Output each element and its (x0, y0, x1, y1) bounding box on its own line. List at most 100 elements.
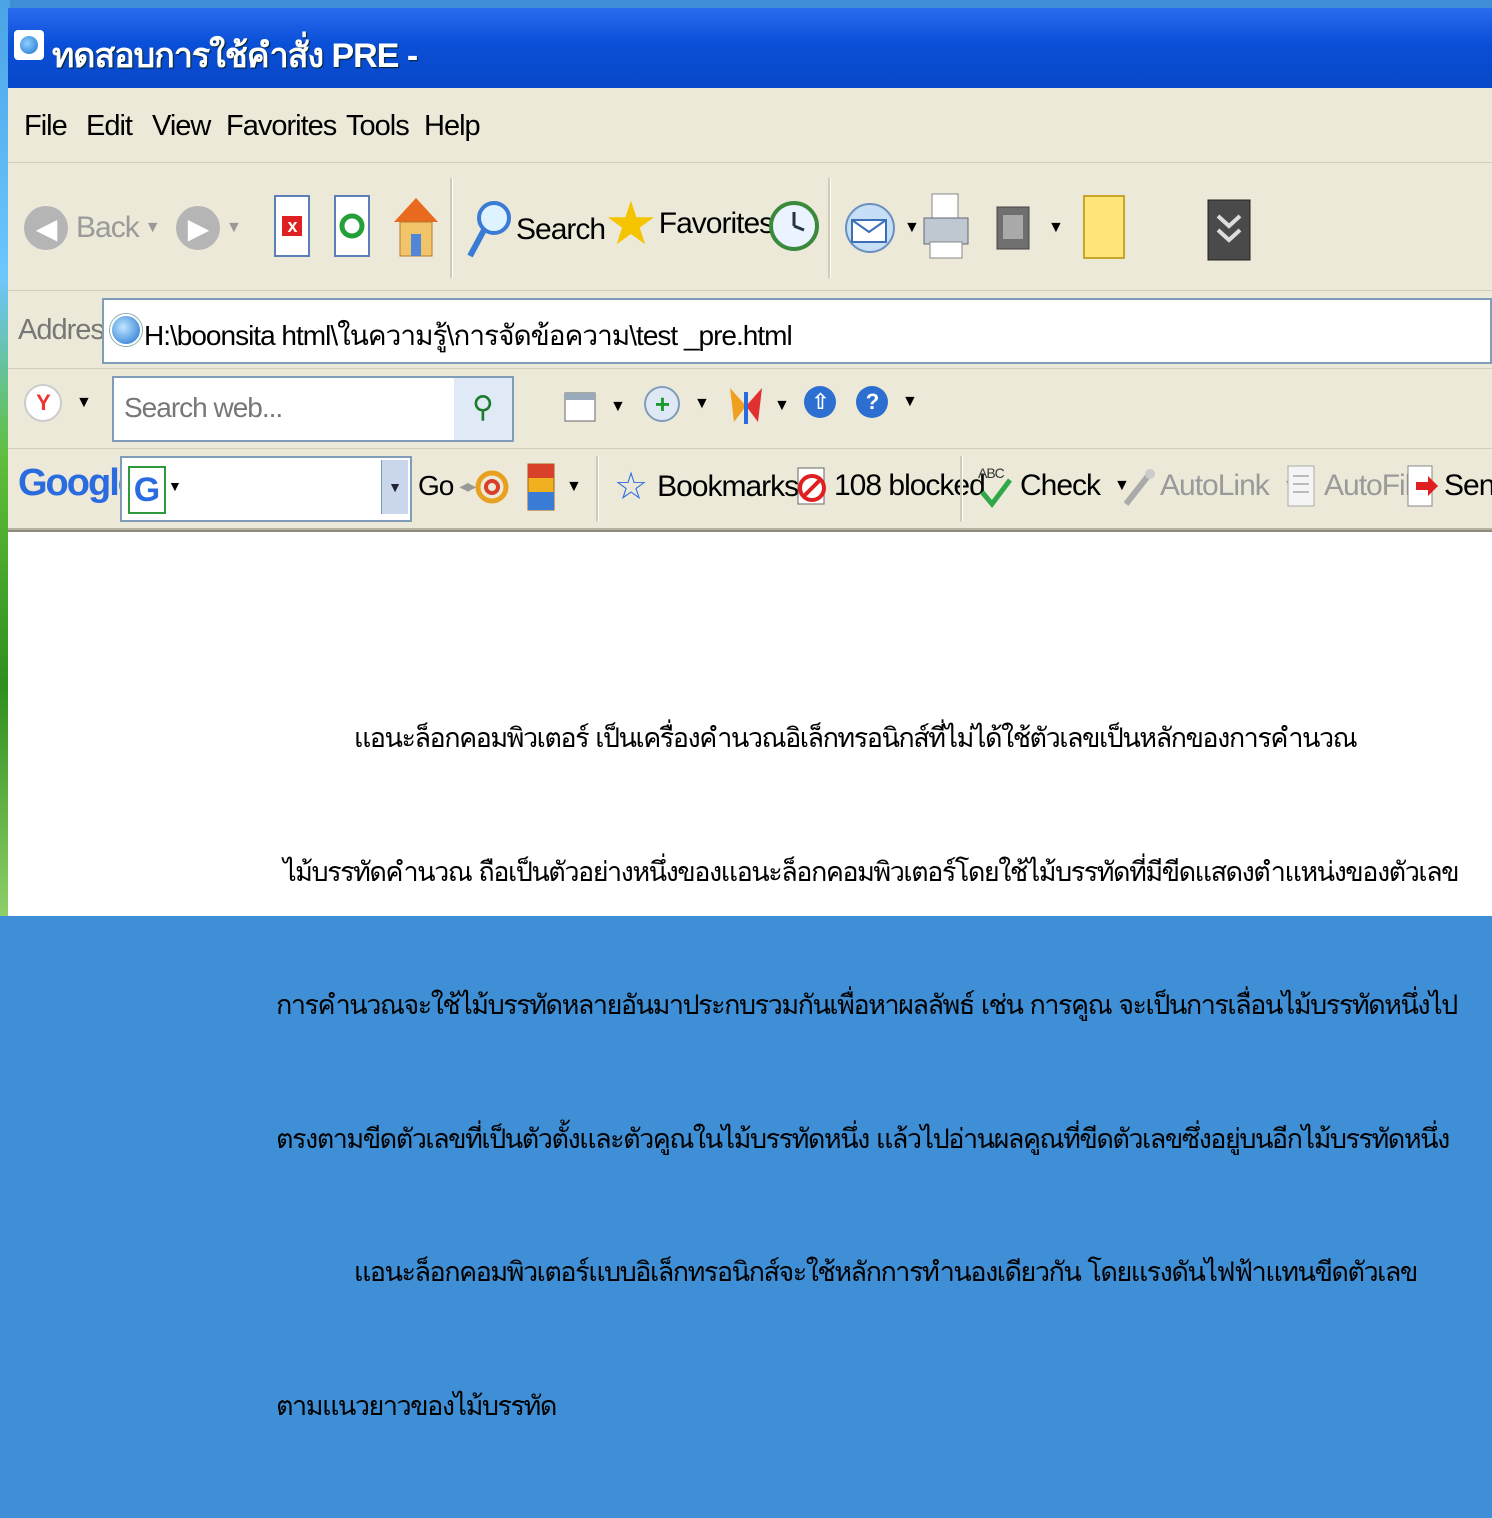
dropdown-arrow-icon[interactable]: ▼ (381, 460, 408, 514)
favorites-button[interactable]: ★ Favorites (604, 190, 774, 257)
yahoo-layout-button[interactable]: ▼ (564, 392, 626, 422)
plus-icon: + (644, 386, 680, 422)
refresh-icon (334, 195, 370, 257)
edit-button[interactable]: ▼ (996, 206, 1064, 250)
title-bar[interactable]: ทดสอบการใช้คำสั่ง PRE - (8, 8, 1492, 88)
yahoo-search-input[interactable]: Search web... (112, 376, 458, 442)
help-icon: ? (856, 386, 888, 418)
menu-bar: File Edit View Favorites Tools Help (8, 90, 1492, 163)
history-icon (769, 201, 819, 251)
text-line: ไม้บรรทัดคำนวณ ถือเป็นตัวอย่างหนึ่งของแอ… (276, 856, 1460, 888)
yahoo-help-button[interactable]: ? ▼ (856, 386, 918, 418)
yahoo-icon: Y (24, 384, 62, 422)
autolink-button[interactable]: AutoLink ▼ (1120, 464, 1299, 508)
yahoo-bookmark-button[interactable]: ⇧ (804, 386, 836, 418)
yahoo-messenger-button[interactable]: ▼ (728, 384, 790, 428)
home-button[interactable] (392, 192, 440, 262)
wand-icon (1123, 469, 1155, 506)
standard-toolbar: ◀ Back ▼ ▶ ▼ x Search ★ Favorites ▼ ▼ (8, 166, 1492, 291)
address-url[interactable]: H:\boonsita html\ในความรู้\การจัดข้อความ… (144, 314, 793, 358)
ie-icon (14, 30, 44, 60)
page-content: แอนะล็อกคอมพิวเตอร์ เป็นเครื่องคำนวณอิเล… (8, 530, 1492, 1422)
media-button[interactable] (1206, 198, 1252, 262)
send-icon (1407, 465, 1438, 507)
address-field[interactable]: H:\boonsita html\ในความรู้\การจัดข้อความ… (102, 298, 1492, 364)
chevron-down-icon: ▼ (144, 219, 161, 236)
chevron-down-icon: ▼ (902, 393, 918, 410)
menu-file[interactable]: File (24, 110, 68, 143)
sticky-note-icon (1083, 195, 1125, 259)
refresh-button[interactable] (334, 194, 370, 258)
toolbar-separator (828, 178, 831, 278)
popup-blocked-icon (797, 467, 826, 505)
google-pagerank-button[interactable] (474, 464, 510, 510)
svg-text:ABC: ABC (978, 465, 1005, 481)
chevron-down-icon: ▼ (1048, 219, 1064, 236)
chevron-down-icon: ▼ (694, 395, 710, 412)
arrow-up-icon: ⇧ (804, 386, 836, 418)
preformatted-text: แอนะล็อกคอมพิวเตอร์ เป็นเครื่องคำนวณอิเล… (276, 628, 1460, 1518)
spiral-icon (475, 470, 509, 504)
menu-help[interactable]: Help (424, 110, 481, 143)
google-news-button[interactable]: ▼ (526, 462, 582, 512)
google-g-icon: G (128, 466, 166, 514)
stop-button[interactable]: x (274, 194, 310, 258)
mail-icon (845, 203, 895, 253)
menu-favorites[interactable]: Favorites (226, 110, 337, 143)
yahoo-toolbar: Y ▼ Search web... ⚲ ▼ + ▼ ▼ ⇧ ? ▼ (8, 370, 1492, 449)
edit-page-icon (996, 206, 1030, 250)
back-button[interactable]: ◀ Back ▼ (24, 206, 161, 250)
search-button[interactable]: Search (466, 198, 606, 262)
chevron-down-icon: ▼ (168, 478, 182, 494)
chevron-down-icon: ▼ (610, 398, 626, 415)
yahoo-add-button[interactable]: + ▼ (644, 386, 710, 422)
window-icon (564, 392, 596, 422)
butterfly-icon (730, 388, 762, 424)
note-button[interactable] (1082, 192, 1128, 264)
chevron-down-icon: ▼ (774, 397, 790, 414)
menu-view[interactable]: View (152, 110, 211, 143)
forward-arrow-icon: ▶ (176, 206, 220, 250)
back-arrow-icon: ◀ (24, 206, 68, 250)
text-line: ตามแนวยาวของไม้บรรทัด (276, 1390, 557, 1422)
svg-text:x: x (287, 216, 297, 236)
text-line: ตรงตามขีดตัวเลขที่เป็นตัวตั้งและตัวคูณใน… (276, 1123, 1450, 1155)
stop-icon: x (274, 195, 310, 257)
forward-button[interactable]: ▶ ▼ (176, 206, 242, 250)
chevron-down-icon: ▼ (904, 219, 920, 236)
history-button[interactable] (768, 200, 820, 252)
window-title: ทดสอบการใช้คำสั่ง PRE - (52, 37, 418, 75)
google-go-button[interactable]: Go ◂▸ (418, 470, 476, 502)
form-icon (1287, 465, 1315, 507)
address-bar: Address H:\boonsita html\ในความรู้\การจั… (8, 292, 1492, 369)
home-icon (394, 198, 438, 257)
star-icon: ☆ (614, 466, 648, 508)
mail-button[interactable]: ▼ (842, 196, 920, 260)
popup-blocker-button[interactable]: 108 blocked (796, 462, 986, 510)
spellcheck-icon: ABC (978, 465, 1012, 509)
yahoo-search-button[interactable]: ⚲ (454, 376, 514, 442)
yahoo-menu-button[interactable]: Y ▼ (24, 384, 92, 422)
text-line: แอนะล็อกคอมพิวเตอร์แบบอิเล็กทรอนิกส์จะใช… (276, 1257, 1418, 1288)
google-search-input[interactable]: G ▼ ▼ (120, 456, 412, 522)
text-line: การคำนวณจะใช้ไม้บรรทัดหลายอันมาประกบรวมก… (276, 990, 1458, 1021)
spell-check-button[interactable]: ABC Check ▼ (976, 462, 1130, 510)
autofill-button[interactable]: AutoFill (1286, 462, 1417, 510)
printer-icon (923, 193, 969, 259)
media-icon (1207, 199, 1251, 261)
chevron-down-icon: ▼ (76, 394, 92, 411)
search-icon (467, 201, 511, 258)
menu-tools[interactable]: Tools (346, 110, 410, 143)
star-icon: ★ (604, 190, 658, 257)
browser-window: ทดสอบการใช้คำสั่ง PRE - File Edit View F… (8, 8, 1492, 1422)
bookmarks-button[interactable]: ☆ Bookmarks ▼ (614, 466, 816, 508)
google-toolbar: Google G ▼ ▼ Go ◂▸ ▼ ☆ Bookmarks 108 blo… (8, 450, 1492, 530)
toolbar-separator (450, 178, 453, 278)
news-icon (527, 463, 555, 511)
menu-edit[interactable]: Edit (86, 110, 133, 143)
chevron-down-icon: ▼ (226, 219, 242, 236)
print-button[interactable] (922, 190, 970, 264)
ie-page-icon (110, 314, 142, 346)
chevron-down-icon: ▼ (566, 478, 582, 495)
send-button[interactable]: Send (1406, 462, 1492, 510)
